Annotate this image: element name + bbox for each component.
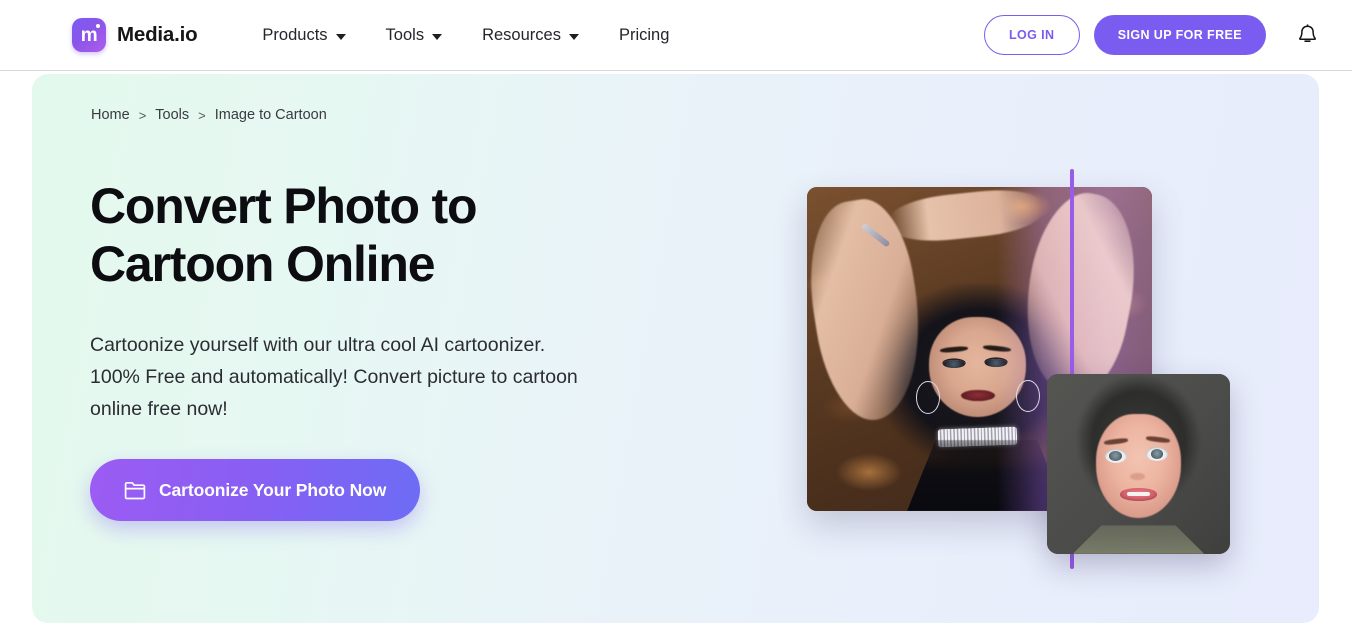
nav-item-label: Tools bbox=[385, 25, 425, 44]
lips-shape bbox=[960, 389, 996, 402]
cartoon-teeth-shape bbox=[1126, 491, 1151, 497]
breadcrumb-item-home[interactable]: Home bbox=[91, 107, 130, 123]
brand-logo[interactable]: m Media.io bbox=[72, 18, 198, 52]
breadcrumb-item-tools[interactable]: Tools bbox=[155, 107, 189, 123]
hero-section: Home > Tools > Image to Cartoon Convert … bbox=[32, 74, 1319, 623]
breadcrumb-separator-icon: > bbox=[138, 107, 147, 123]
header-actions: LOG IN SIGN UP FOR FREE bbox=[983, 15, 1352, 55]
cartoon-right-iris-shape bbox=[1150, 448, 1164, 460]
breadcrumb-separator-icon: > bbox=[198, 107, 206, 123]
page-subtitle: Cartoonize yourself with our ultra cool … bbox=[90, 329, 680, 425]
main-navigation: Products Tools Resources Pricing bbox=[243, 18, 688, 53]
notification-bell-button[interactable] bbox=[1290, 15, 1324, 55]
cartoon-left-iris-shape bbox=[1109, 450, 1123, 462]
nav-item-label: Resources bbox=[482, 25, 561, 44]
cartoon-face-shape bbox=[1096, 413, 1181, 518]
nav-item-resources[interactable]: Resources bbox=[463, 18, 598, 53]
nav-item-label: Pricing bbox=[618, 25, 670, 44]
chevron-down-icon bbox=[432, 33, 443, 40]
nav-item-tools[interactable]: Tools bbox=[367, 18, 462, 53]
page-title: Convert Photo to Cartoon Online bbox=[90, 177, 650, 293]
left-eye-shape bbox=[943, 360, 966, 368]
left-hoop-earring-shape bbox=[915, 381, 940, 414]
chevron-down-icon bbox=[335, 33, 346, 40]
logo-dot-icon bbox=[96, 24, 100, 28]
cta-label: Cartoonize Your Photo Now bbox=[159, 479, 387, 500]
page-subtitle-line-2: 100% Free and automatically! Convert pic… bbox=[90, 366, 578, 388]
cartoonize-your-photo-now-button[interactable]: Cartoonize Your Photo Now bbox=[90, 459, 421, 521]
breadcrumb: Home > Tools > Image to Cartoon bbox=[91, 107, 327, 123]
page-title-line-2: Cartoon Online bbox=[90, 236, 436, 292]
page-subtitle-line-1: Cartoonize yourself with our ultra cool … bbox=[90, 334, 546, 356]
nav-item-pricing[interactable]: Pricing bbox=[600, 18, 688, 53]
folder-open-icon bbox=[124, 481, 146, 499]
sign-up-for-free-button[interactable]: SIGN UP FOR FREE bbox=[1093, 15, 1266, 55]
chevron-down-icon bbox=[568, 33, 579, 40]
page-subtitle-line-3: online free now! bbox=[90, 398, 228, 420]
site-header: m Media.io Products Tools Resources Pric… bbox=[0, 0, 1352, 71]
cartoon-left-eye-shape bbox=[1104, 448, 1127, 464]
cartoonized-result-card[interactable] bbox=[1047, 374, 1230, 554]
log-in-button[interactable]: LOG IN bbox=[983, 15, 1080, 55]
breadcrumb-item-current: Image to Cartoon bbox=[214, 107, 327, 123]
brand-name: Media.io bbox=[117, 23, 198, 46]
nav-item-products[interactable]: Products bbox=[243, 18, 364, 53]
media-io-logo-icon: m bbox=[72, 18, 106, 52]
notification-bell-icon bbox=[1298, 23, 1316, 42]
page-title-line-1: Convert Photo to bbox=[90, 178, 478, 234]
nav-item-label: Products bbox=[262, 25, 328, 44]
cartoon-right-eye-shape bbox=[1145, 446, 1168, 462]
before-after-preview bbox=[775, 169, 1245, 569]
